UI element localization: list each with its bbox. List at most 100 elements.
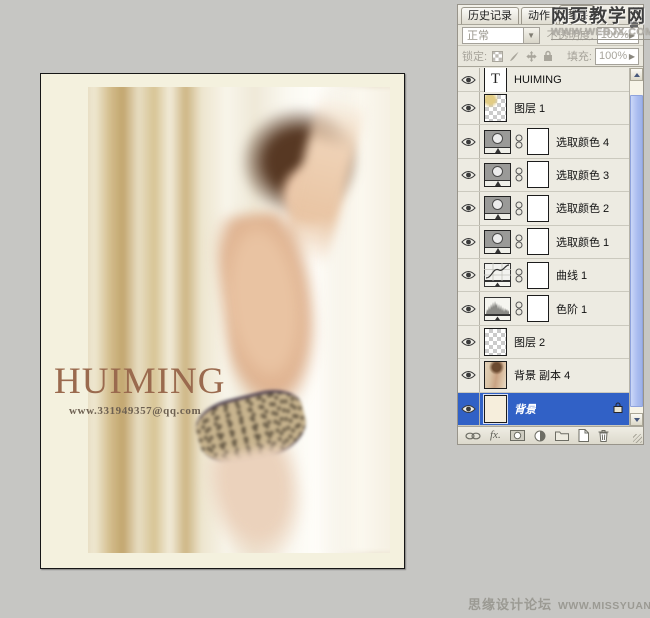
selective-color-thumbnail[interactable] xyxy=(484,196,511,220)
eye-icon xyxy=(461,337,476,347)
photo-image xyxy=(88,87,390,553)
layer-row[interactable]: 选取颜色 1 xyxy=(458,226,629,259)
lock-label: 锁定: xyxy=(462,48,487,64)
layer-style-icon[interactable]: fx. xyxy=(490,430,501,441)
adjustment-slider xyxy=(485,247,510,253)
layer-row-body: 色阶 1 xyxy=(480,292,629,324)
layer-name: HUIMING xyxy=(514,74,562,86)
move-lock-icon[interactable] xyxy=(526,51,537,62)
adjustment-circle xyxy=(492,199,503,210)
layer-mask-thumbnail[interactable] xyxy=(527,161,549,188)
layer-row-body: T HUIMING xyxy=(480,68,629,91)
email-text: www.331949357@qq.com xyxy=(69,405,201,417)
levels-thumbnail[interactable] xyxy=(484,297,511,321)
visibility-toggle[interactable] xyxy=(458,393,480,425)
visibility-toggle[interactable] xyxy=(458,326,480,358)
eye-icon xyxy=(461,203,476,213)
visibility-toggle[interactable] xyxy=(458,192,480,224)
adjustment-slider xyxy=(485,180,510,186)
layer-mask-thumbnail[interactable] xyxy=(527,295,549,322)
layer-row-body: 图层 2 xyxy=(480,326,629,358)
layers-list: T HUIMING 图层 1 选取颜色 4 选取颜色 3 选取颜色 2 选取颜色 1 曲线 1… xyxy=(458,68,629,426)
adjustment-slider xyxy=(485,213,510,219)
mask-link-icon xyxy=(515,134,523,149)
adjustment-slider xyxy=(485,147,510,153)
new-group-icon[interactable] xyxy=(555,430,569,441)
eye-icon xyxy=(461,75,476,85)
layer-row[interactable]: T HUIMING xyxy=(458,68,629,92)
layer-mask-thumbnail[interactable] xyxy=(527,128,549,155)
visibility-toggle[interactable] xyxy=(458,92,480,124)
delete-layer-icon[interactable] xyxy=(598,429,609,442)
layer-mask-thumbnail[interactable] xyxy=(527,262,549,289)
visibility-toggle[interactable] xyxy=(458,359,480,391)
resize-grip[interactable] xyxy=(633,434,642,443)
fill-input[interactable]: 100% ▶ xyxy=(595,48,639,65)
selective-color-thumbnail[interactable] xyxy=(484,130,511,154)
layer-row[interactable]: 选取颜色 4 xyxy=(458,125,629,158)
layer-row[interactable]: 选取颜色 2 xyxy=(458,192,629,225)
eye-icon xyxy=(461,270,476,280)
layer-thumbnail[interactable] xyxy=(484,94,507,122)
selective-color-thumbnail[interactable] xyxy=(484,163,511,187)
layer-row[interactable]: 色阶 1 xyxy=(458,292,629,325)
layer-row[interactable]: 图层 2 xyxy=(458,326,629,359)
lock-all-icon[interactable] xyxy=(543,50,553,62)
mask-link-icon xyxy=(515,234,523,249)
layer-name: 选取颜色 4 xyxy=(556,134,609,150)
brush-lock-icon[interactable] xyxy=(509,51,520,62)
document-canvas[interactable]: HUIMING www.331949357@qq.com xyxy=(40,73,405,569)
visibility-toggle[interactable] xyxy=(458,159,480,191)
panel-footer: fx. xyxy=(458,426,643,444)
layer-row-body: 图层 1 xyxy=(480,92,629,124)
new-layer-icon[interactable] xyxy=(578,429,589,442)
visibility-toggle[interactable] xyxy=(458,292,480,324)
layers-scrollbar[interactable] xyxy=(629,68,643,426)
mask-link-icon xyxy=(515,268,523,283)
visibility-toggle[interactable] xyxy=(458,68,480,91)
scrollbar-thumb[interactable] xyxy=(630,95,643,407)
adjustment-layer-icon[interactable] xyxy=(534,430,546,442)
visibility-toggle[interactable] xyxy=(458,125,480,157)
transparency-lock-icon[interactable] xyxy=(492,51,503,62)
watermark-bottom: 思缘设计论坛WWW.MISSYUAN.COM xyxy=(468,594,650,613)
layer-mask-icon[interactable] xyxy=(510,430,525,441)
layers-panel: 历史记录 动作 图层 ✕ ▬▬▾ 正常 ▼ 不透明度: 100% ▶ 锁定: 填… xyxy=(457,4,644,445)
mask-link-icon xyxy=(515,301,523,316)
mask-link-icon xyxy=(515,167,523,182)
layer-row[interactable]: 曲线 1 xyxy=(458,259,629,292)
brand-text: HUIMING xyxy=(54,363,225,400)
layer-row-body: 曲线 1 xyxy=(480,259,629,291)
background-layer-thumbnail[interactable] xyxy=(484,395,507,423)
layer-row-body: 选取颜色 2 xyxy=(480,192,629,224)
selective-color-thumbnail[interactable] xyxy=(484,230,511,254)
layer-mask-thumbnail[interactable] xyxy=(527,228,549,255)
scroll-down-icon[interactable] xyxy=(630,413,643,426)
layer-row[interactable]: 选取颜色 3 xyxy=(458,159,629,192)
layer-row[interactable]: 图层 1 xyxy=(458,92,629,125)
tab-history[interactable]: 历史记录 xyxy=(461,7,519,24)
layer-name: 色阶 1 xyxy=(556,301,587,317)
watermark-top-title: 网页教学网 xyxy=(551,7,650,25)
visibility-toggle[interactable] xyxy=(458,259,480,291)
layer-name: 图层 1 xyxy=(514,100,545,116)
visibility-toggle[interactable] xyxy=(458,226,480,258)
fill-value: 100% xyxy=(599,50,627,62)
text-layer-thumbnail[interactable]: T xyxy=(484,68,507,94)
photo-layer-thumbnail[interactable] xyxy=(484,361,507,389)
link-icon[interactable] xyxy=(465,431,481,441)
fill-label: 填充: xyxy=(567,48,592,64)
layer-name: 选取颜色 1 xyxy=(556,234,609,250)
lock-icon xyxy=(613,401,623,413)
layer-name: 选取颜色 3 xyxy=(556,167,609,183)
layer-row[interactable]: 背景 副本 4 xyxy=(458,359,629,392)
layer-mask-thumbnail[interactable] xyxy=(527,195,549,222)
chevron-down-icon: ▼ xyxy=(523,28,539,43)
layer-row[interactable]: 背景 xyxy=(458,393,629,426)
adjustment-circle xyxy=(492,133,503,144)
layer-thumbnail[interactable] xyxy=(484,328,507,356)
layer-row-body: 选取颜色 3 xyxy=(480,159,629,191)
curves-thumbnail[interactable] xyxy=(484,263,511,287)
scroll-up-icon[interactable] xyxy=(630,68,643,81)
blend-mode-select[interactable]: 正常 ▼ xyxy=(462,27,540,44)
